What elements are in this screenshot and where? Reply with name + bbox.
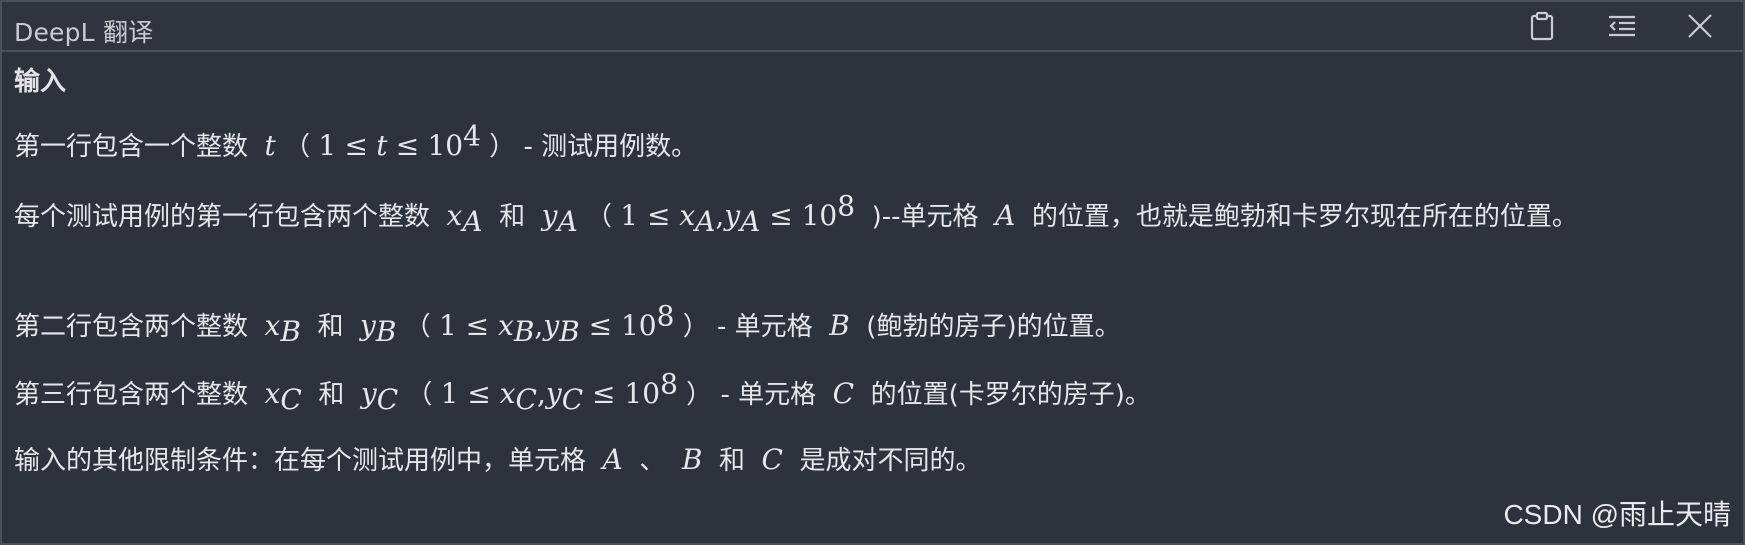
translation-content: 输入 第一行包含一个整数 t （ 1 ≤ t ≤ 104 ） - 测试用例数。 … (14, 54, 1729, 543)
text: 第二行包含两个整数 (14, 312, 249, 342)
math-exponent: 4 (463, 119, 481, 153)
text: )--单元格 (871, 202, 979, 232)
close-button[interactable] (1678, 8, 1722, 44)
text: （ (585, 202, 612, 232)
math-var: x (264, 377, 281, 410)
math-num: 10 (624, 377, 661, 410)
math-num: 1 (318, 129, 337, 162)
paragraph-cell-b: 第二行包含两个整数 xB 和 yB （ 1 ≤ xB,yB ≤ 108 ） - … (14, 302, 1729, 349)
paragraph-cell-c: 第三行包含两个整数 xC 和 yC （ 1 ≤ xC,yC ≤ 108 ） - … (14, 370, 1729, 417)
paragraph-cell-a: 每个测试用例的第一行包含两个整数 xA 和 yA （ 1 ≤ xA,yA ≤ 1… (14, 192, 1729, 239)
csdn-watermark: CSDN @雨止天晴 (1503, 499, 1731, 530)
math-subscript: C (561, 383, 584, 417)
text: ） (682, 312, 709, 342)
text: （ (404, 312, 431, 342)
math-subscript: B (280, 315, 301, 349)
math-var: C (761, 443, 783, 476)
math-subscript: B (559, 315, 580, 349)
math-exponent: 8 (656, 299, 675, 333)
options-button[interactable] (1600, 8, 1644, 44)
math-var: C (832, 377, 855, 410)
math-op: ≤ (583, 377, 625, 410)
math-subscript: C (280, 383, 302, 417)
text: 和 (317, 312, 344, 342)
math-exponent: 8 (837, 189, 856, 223)
section-heading: 输入 (14, 67, 67, 97)
math-op: , (536, 377, 546, 410)
math-var: t (376, 129, 388, 162)
deepl-window: DeepL 翻译 输入 第一行包含一个整数 t （ 1 ≤ t ≤ 104 ） … (0, 0, 1745, 545)
math-subscript: A (695, 205, 716, 239)
text: - 单元格 (717, 312, 813, 342)
math-op: ≤ (760, 199, 802, 232)
math-var: y (360, 309, 376, 342)
paragraph-test-count: 第一行包含一个整数 t （ 1 ≤ t ≤ 104 ） - 测试用例数。 (14, 122, 1729, 167)
math-num: 10 (427, 129, 464, 162)
text: ） (489, 132, 516, 162)
math-subscript: B (513, 315, 535, 349)
math-var: y (543, 309, 560, 342)
math-subscript: C (515, 383, 537, 417)
text: 和 (718, 446, 745, 476)
text: 和 (499, 202, 526, 232)
math-var: y (724, 199, 741, 232)
title-bar[interactable]: DeepL 翻译 (2, 2, 1743, 52)
text: 的位置，也就是鲍勃和卡罗尔现在所在的位置。 (1031, 202, 1578, 232)
math-var: B (829, 309, 850, 342)
text: - 测试用例数。 (523, 132, 698, 162)
math-var: t (264, 129, 276, 162)
math-expr: 1 ≤ (438, 309, 499, 342)
math-var: x (264, 309, 281, 342)
math-num: 10 (620, 309, 657, 342)
text: 的位置(卡罗尔的房子)。 (870, 380, 1151, 410)
text: 和 (318, 380, 345, 410)
text: 是成对不同的。 (799, 446, 982, 476)
menu-icon (1609, 15, 1635, 37)
window-title: DeepL 翻译 (14, 18, 154, 47)
math-subscript: A (740, 205, 761, 239)
math-var: A (602, 443, 623, 476)
text: 第三行包含两个整数 (14, 380, 249, 410)
math-var: x (446, 199, 463, 232)
text: - 单元格 (720, 380, 817, 410)
math-exponent: 8 (660, 367, 678, 401)
math-var: x (498, 309, 514, 342)
text: 每个测试用例的第一行包含两个整数 (14, 202, 431, 232)
text: （ (284, 132, 311, 162)
paragraph-constraints: 输入的其他限制条件：在每个测试用例中，单元格 A 、 B 和 C 是成对不同的。 (14, 440, 1729, 481)
text: ） (686, 380, 713, 410)
math-var: B (681, 443, 703, 476)
math-op: , (715, 199, 725, 232)
math-op: , (534, 309, 544, 342)
math-op: ≤ (344, 129, 368, 162)
text: 第一行包含一个整数 (14, 132, 249, 162)
math-subscript: C (376, 383, 399, 417)
math-expr: 1 ≤ (620, 199, 680, 232)
text: 、 (639, 446, 666, 476)
math-var: x (679, 199, 696, 232)
math-subscript: B (375, 315, 397, 349)
text: 输入的其他限制条件：在每个测试用例中，单元格 (14, 446, 587, 476)
math-var: y (545, 377, 562, 410)
math-var: x (499, 377, 516, 410)
math-subscript: A (557, 205, 578, 239)
math-subscript: A (462, 205, 483, 239)
math-num: 10 (801, 199, 838, 232)
math-var: A (995, 199, 1016, 232)
text: (鲍勃的房子)的位置。 (866, 312, 1121, 342)
math-var: y (360, 377, 377, 410)
close-icon (1688, 14, 1712, 38)
copy-button[interactable] (1520, 8, 1564, 44)
math-var: y (541, 199, 558, 232)
text: （ (406, 380, 433, 410)
clipboard-icon (1530, 11, 1554, 41)
math-expr: 1 ≤ (440, 377, 500, 410)
math-op: ≤ (395, 129, 420, 162)
math-op: ≤ (579, 309, 621, 342)
